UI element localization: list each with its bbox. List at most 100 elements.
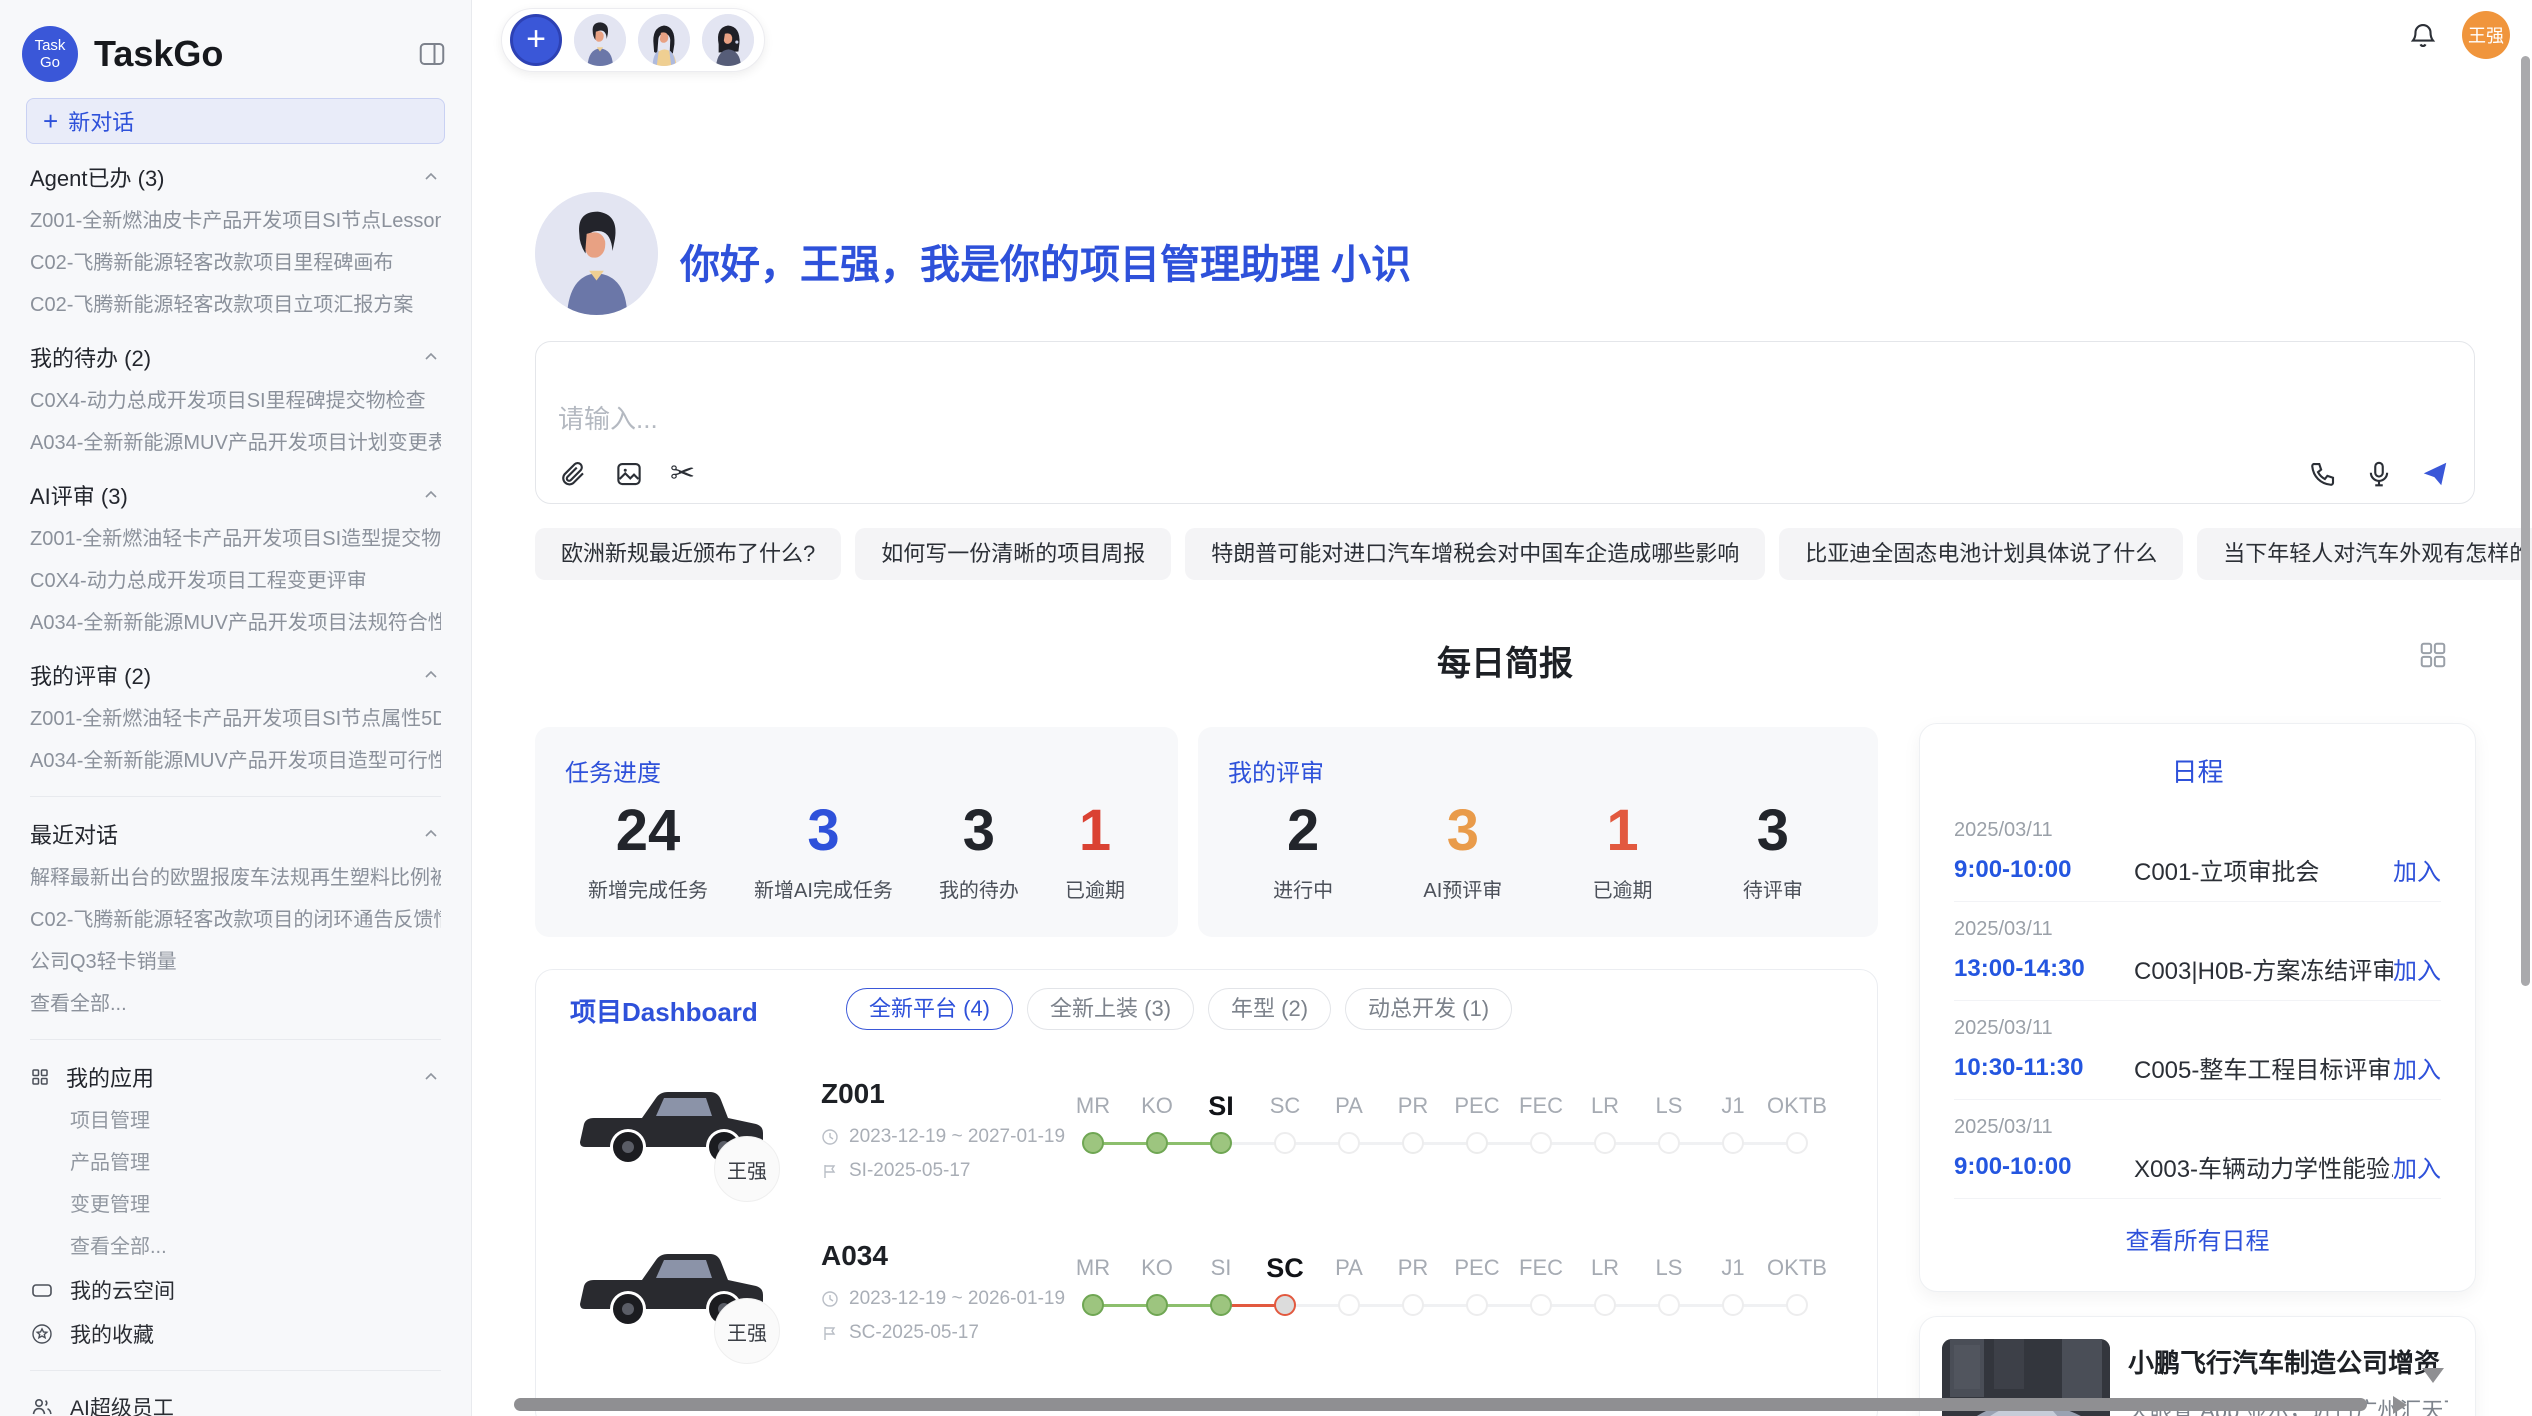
app-logo: Task Go	[22, 26, 78, 82]
scissors-icon[interactable]: ✂	[670, 459, 695, 489]
vertical-scrollbar[interactable]	[2521, 56, 2530, 986]
clock-icon	[821, 1290, 839, 1308]
agent-avatar-1[interactable]	[574, 14, 626, 66]
view-all-schedule-link[interactable]: 查看所有日程	[1954, 1221, 2441, 1256]
milestone-dot	[1466, 1132, 1488, 1154]
sidebar-item[interactable]: Z001-全新燃油皮卡产品开发项目SI节点Lesson Learn报告	[30, 200, 441, 242]
suggestion-chip[interactable]: 如何写一份清晰的项目周报	[855, 528, 1171, 580]
milestone-dot-done	[1146, 1294, 1168, 1316]
milestone-dot	[1530, 1294, 1552, 1316]
section-header-my-review[interactable]: 我的评审 (2)	[30, 652, 441, 698]
sidebar: Task Go TaskGo + 新对话 Agent已办 (3) Z001-全新…	[0, 0, 472, 1416]
new-chat-button[interactable]: + 新对话	[26, 98, 445, 144]
horizontal-scrollbar[interactable]	[514, 1398, 2367, 1411]
join-link[interactable]: 加入	[2393, 1149, 2441, 1184]
project-flag: SC-2025-05-17	[849, 1322, 979, 1344]
sidebar-item-favorites[interactable]: 我的收藏	[30, 1312, 441, 1356]
card-title: 我的评审	[1228, 753, 1848, 788]
milestone-dot	[1786, 1294, 1808, 1316]
app-item-change-mgmt[interactable]: 变更管理	[30, 1184, 441, 1226]
user-avatar[interactable]: 王强	[2462, 11, 2510, 59]
agent-avatar-3[interactable]	[702, 14, 754, 66]
milestone-dot	[1786, 1132, 1808, 1154]
join-link[interactable]: 加入	[2393, 951, 2441, 986]
milestone-dot	[1722, 1132, 1744, 1154]
section-title: 我的应用	[30, 1061, 154, 1093]
view-all-chats-link[interactable]: 查看全部...	[30, 983, 441, 1025]
sidebar-collapse-icon[interactable]	[417, 39, 447, 69]
sidebar-item[interactable]: Z001-全新燃油轻卡产品开发项目SI节点属性5D文件评审	[30, 698, 441, 740]
tab-year-model[interactable]: 年型 (2)	[1208, 988, 1331, 1030]
sidebar-item[interactable]: C0X4-动力总成开发项目工程变更评审	[30, 560, 441, 602]
schedule-panel: 日程 2025/03/11 9:00-10:00 C001-立项审批会 加入 2…	[1919, 723, 2476, 1292]
section-title: Agent已办 (3)	[30, 161, 165, 193]
send-icon[interactable]	[2420, 459, 2450, 489]
suggestion-chip[interactable]: 当下年轻人对汽车外观有怎样的喜好趋势	[2197, 528, 2532, 580]
scroll-down-arrow[interactable]	[2422, 1368, 2444, 1383]
microphone-icon[interactable]	[2364, 459, 2394, 489]
project-row[interactable]: 王强 Z001 2023-12-19 ~ 2027-01-19 SI-2025-…	[536, 1070, 1877, 1230]
scroll-right-arrow[interactable]	[2393, 1396, 2407, 1414]
chevron-up-icon	[421, 485, 441, 505]
layout-grid-icon[interactable]	[2418, 640, 2448, 670]
milestone-label: FEC	[1509, 1250, 1573, 1286]
tab-powertrain[interactable]: 动总开发 (1)	[1345, 988, 1512, 1030]
milestone-track: MR KO SI SC PA PR PEC FEC LR LS J1 OKTB	[1061, 1088, 1829, 1154]
my-review-card: 我的评审 2进行中 3AI预评审 1已逾期 3待评审	[1198, 727, 1878, 937]
add-agent-button[interactable]: +	[510, 14, 562, 66]
suggestion-chip[interactable]: 欧洲新规最近颁布了什么?	[535, 528, 841, 580]
app-item-product-mgmt[interactable]: 产品管理	[30, 1142, 441, 1184]
chat-input[interactable]	[558, 404, 2058, 435]
join-link[interactable]: 加入	[2393, 1050, 2441, 1085]
stat-new-done: 24新增完成任务	[588, 798, 708, 903]
sidebar-item[interactable]: C02-飞腾新能源轻客改款项目立项汇报方案	[30, 284, 441, 326]
sidebar-item[interactable]: A034-全新新能源MUV产品开发项目计划变更表编写	[30, 422, 441, 464]
stat-in-progress: 2进行中	[1273, 798, 1333, 903]
sidebar-item[interactable]: A034-全新新能源MUV产品开发项目法规符合性评审	[30, 602, 441, 644]
tab-new-platform[interactable]: 全新平台 (4)	[846, 988, 1013, 1030]
section-header-agent-done[interactable]: Agent已办 (3)	[30, 154, 441, 200]
milestone-label: MR	[1061, 1250, 1125, 1286]
view-all-apps-link[interactable]: 查看全部...	[30, 1226, 441, 1268]
section-title: 最近对话	[30, 818, 118, 850]
clock-icon	[821, 1128, 839, 1146]
sidebar-item[interactable]: C0X4-动力总成开发项目SI里程碑提交物检查	[30, 380, 441, 422]
event-date: 2025/03/11	[1954, 918, 2441, 941]
tab-new-body[interactable]: 全新上装 (3)	[1027, 988, 1194, 1030]
project-dates: 2023-12-19 ~ 2027-01-19	[849, 1126, 1065, 1148]
milestone-dot	[1594, 1132, 1616, 1154]
sidebar-item[interactable]: C02-飞腾新能源轻客改款项目里程碑画布	[30, 242, 441, 284]
quick-access-bar: +	[501, 8, 765, 72]
section-header-my-todo[interactable]: 我的待办 (2)	[30, 334, 441, 380]
milestone-label: SI	[1189, 1250, 1253, 1286]
section-header-recent[interactable]: 最近对话	[30, 811, 441, 857]
recent-chat-item[interactable]: 公司Q3轻卡销量	[30, 941, 441, 983]
sidebar-item-ai-super-staff[interactable]: AI超级员工	[30, 1385, 441, 1416]
suggestion-chip[interactable]: 比亚迪全固态电池计划具体说了什么	[1779, 528, 2183, 580]
phone-icon[interactable]	[2308, 459, 2338, 489]
image-upload-icon[interactable]	[614, 459, 644, 489]
sidebar-item-cloud-space[interactable]: 我的云空间	[30, 1268, 441, 1312]
chevron-up-icon	[421, 665, 441, 685]
project-row[interactable]: 王强 A034 2023-12-19 ~ 2026-01-19 SC-2025-…	[536, 1232, 1877, 1392]
recent-chat-item[interactable]: C02-飞腾新能源轻客改款项目的闭环通告反馈情况	[30, 899, 441, 941]
milestone-dot	[1722, 1294, 1744, 1316]
milestone-label: OKTB	[1765, 1250, 1829, 1286]
agent-avatar-2[interactable]	[638, 14, 690, 66]
section-header-ai-review[interactable]: AI评审 (3)	[30, 472, 441, 518]
schedule-event: 2025/03/11 9:00-10:00 C001-立项审批会 加入	[1954, 803, 2441, 902]
join-link[interactable]: 加入	[2393, 852, 2441, 887]
event-time: 10:30-11:30	[1954, 1054, 2134, 1082]
suggestion-chip[interactable]: 特朗普可能对进口汽车增税会对中国车企造成哪些影响	[1185, 528, 1765, 580]
sidebar-item[interactable]: A034-全新新能源MUV产品开发项目造型可行性评审	[30, 740, 441, 782]
grid-icon	[30, 1067, 50, 1087]
milestone-label: KO	[1125, 1250, 1189, 1286]
sidebar-item[interactable]: Z001-全新燃油轻卡产品开发项目SI造型提交物评审	[30, 518, 441, 560]
section-title: 我的评审 (2)	[30, 659, 151, 691]
notification-bell-icon[interactable]	[2408, 20, 2438, 50]
app-item-project-mgmt[interactable]: 项目管理	[30, 1100, 441, 1142]
chevron-up-icon	[421, 824, 441, 844]
recent-chat-item[interactable]: 解释最新出台的欧盟报废车法规再生塑料比例被调至15%...	[30, 857, 441, 899]
section-header-my-apps[interactable]: 我的应用	[30, 1054, 441, 1100]
attachment-icon[interactable]	[558, 459, 588, 489]
